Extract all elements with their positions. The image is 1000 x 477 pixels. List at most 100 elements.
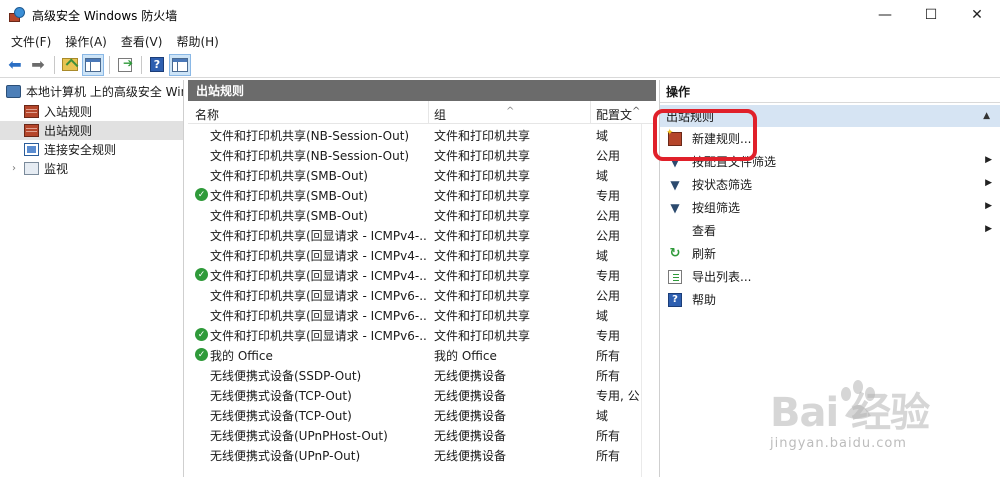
action-item[interactable]: ? 帮助 (660, 288, 1000, 311)
collapse-triangle-icon[interactable]: ▲ (983, 111, 990, 121)
section-label: 出站规则 (666, 109, 715, 124)
rule-group: 文件和打印机共享 (434, 209, 531, 223)
tree-item-inbound-rules[interactable]: 入站规则 (0, 102, 183, 121)
action-item[interactable]: ▼ 按状态筛选 ▶ (660, 173, 1000, 196)
rule-profile: 所有 (596, 369, 621, 383)
column-divider[interactable] (428, 101, 429, 124)
monitor-icon (24, 162, 39, 175)
refresh-icon: ↻ (669, 246, 681, 261)
rule-profile: 域 (596, 169, 609, 183)
submenu-arrow-icon: ▶ (985, 155, 992, 165)
enabled-check-icon: ✓ (195, 328, 208, 341)
rule-group: 文件和打印机共享 (434, 269, 531, 283)
minimize-button[interactable]: — (862, 0, 908, 30)
rule-group: 文件和打印机共享 (434, 229, 531, 243)
rule-profile: 公用 (596, 289, 621, 303)
rule-group: 文件和打印机共享 (434, 169, 531, 183)
action-item[interactable]: 查看 ▶ (660, 219, 1000, 242)
filter-icon: ▼ (670, 177, 680, 192)
help-icon: ? (150, 57, 164, 72)
rule-row[interactable]: 文件和打印机共享(SMB-Out) 文件和打印机共享 域 (188, 164, 656, 184)
rules-list: 文件和打印机共享(NB-Session-Out) 文件和打印机共享域文件和打印机共… (188, 124, 656, 464)
rule-profile: 公用 (596, 229, 621, 243)
tree-root[interactable]: 本地计算机 上的高级安全 Windows (0, 80, 183, 102)
maximize-button[interactable]: ☐ (908, 0, 954, 30)
up-level-button[interactable] (59, 54, 81, 76)
rule-row[interactable]: 无线便携式设备(TCP-Out) 无线便携设备 专用, 公 (188, 384, 656, 404)
rule-name: 无线便携式设备(TCP-Out) (210, 389, 352, 403)
tree-item-connection-security-rules[interactable]: 连接安全规则 (0, 140, 183, 159)
rule-row[interactable]: ✓ 我的 Office 我的 Office 所有 (188, 344, 656, 364)
chevron-right-icon[interactable]: › (12, 163, 24, 174)
rule-row[interactable]: 文件和打印机共享(NB-Session-Out) 文件和打印机共享 公用 (188, 144, 656, 164)
actions-title: 操作 (660, 80, 1000, 103)
rule-profile: 专用 (596, 189, 621, 203)
action-item[interactable]: ▼ 按配置文件筛选 ▶ (660, 150, 1000, 173)
column-header-profile[interactable]: 配置文件 (596, 106, 632, 123)
action-item[interactable]: ▼ 按组筛选 ▶ (660, 196, 1000, 219)
new-rule-icon (666, 128, 682, 146)
action-label: 按配置文件筛选 (692, 155, 777, 169)
actions-list: 新建规则... ▼ 按配置文件筛选 ▶ ▼ 按状态筛选 ▶ ▼ 按组筛选 ▶ 查看 ▶ ↻ 刷新导出列表.… (660, 127, 1000, 311)
rule-profile: 域 (596, 129, 609, 143)
action-item[interactable]: 导出列表... (660, 265, 1000, 288)
action-label: 查看 (692, 224, 717, 238)
rule-group: 无线便携设备 (434, 409, 507, 423)
rule-row[interactable]: 文件和打印机共享(回显请求 - ICMPv6-... 文件和打印机共享 公用 (188, 284, 656, 304)
rule-row[interactable]: ✓ 文件和打印机共享(回显请求 - ICMPv4-... 文件和打印机共享 专用 (188, 264, 656, 284)
menu-help[interactable]: 帮助(H) (169, 33, 225, 50)
rule-name: 文件和打印机共享(回显请求 - ICMPv4-... (210, 269, 426, 283)
rule-row[interactable]: 无线便携式设备(TCP-Out) 无线便携设备 域 (188, 404, 656, 424)
rule-row[interactable]: 文件和打印机共享(NB-Session-Out) 文件和打印机共享 域 (188, 124, 656, 144)
tree-item-monitoring[interactable]: › 监视 (0, 159, 183, 178)
rule-profile: 所有 (596, 349, 621, 363)
rule-group: 文件和打印机共享 (434, 189, 531, 203)
back-button[interactable]: ⬅ (4, 54, 26, 76)
rule-profile: 所有 (596, 449, 621, 463)
rule-row[interactable]: 文件和打印机共享(SMB-Out) 文件和打印机共享 公用 (188, 204, 656, 224)
menu-view[interactable]: 查看(V) (114, 33, 170, 50)
rule-name: 文件和打印机共享(回显请求 - ICMPv6-... (210, 309, 426, 323)
firewall-app-icon (9, 7, 25, 23)
rule-group: 文件和打印机共享 (434, 289, 531, 303)
export-list-button[interactable] (114, 54, 136, 76)
rule-row[interactable]: 文件和打印机共享(回显请求 - ICMPv6-... 文件和打印机共享 域 (188, 304, 656, 324)
column-divider[interactable] (590, 101, 591, 124)
actions-section-outbound-rules[interactable]: 出站规则 ▲ (660, 105, 1000, 127)
menu-file[interactable]: 文件(F) (4, 33, 58, 50)
rule-row[interactable]: 无线便携式设备(UPnPHost-Out) 无线便携设备 所有 (188, 424, 656, 444)
rule-row[interactable]: 无线便携式设备(UPnP-Out) 无线便携设备 所有 (188, 444, 656, 464)
help-button[interactable]: ? (146, 54, 168, 76)
action-item[interactable]: 新建规则... (660, 127, 1000, 150)
column-header-group[interactable]: 组 (434, 106, 446, 123)
export-icon (118, 56, 133, 72)
column-header-name[interactable]: 名称 (195, 106, 219, 123)
scroll-up-icon[interactable]: ^ (632, 106, 640, 117)
action-label: 按状态筛选 (692, 178, 753, 192)
rule-row[interactable]: 无线便携式设备(SSDP-Out) 无线便携设备 所有 (188, 364, 656, 384)
rule-row[interactable]: 文件和打印机共享(回显请求 - ICMPv4-... 文件和打印机共享 域 (188, 244, 656, 264)
tree-item-label: 出站规则 (44, 124, 93, 138)
rule-row[interactable]: ✓ 文件和打印机共享(回显请求 - ICMPv6-... 文件和打印机共享 专用 (188, 324, 656, 344)
forward-button[interactable]: ➡ (27, 54, 49, 76)
rule-row[interactable]: ✓ 文件和打印机共享(SMB-Out) 文件和打印机共享 专用 (188, 184, 656, 204)
vertical-scrollbar[interactable] (641, 124, 656, 477)
show-hide-tree-button[interactable] (82, 53, 104, 76)
action-item[interactable]: ↻ 刷新 (660, 242, 1000, 265)
tree-item-outbound-rules[interactable]: 出站规则 (0, 121, 183, 140)
rule-group: 文件和打印机共享 (434, 129, 531, 143)
action-label: 帮助 (692, 293, 717, 307)
show-hide-action-pane-button[interactable] (169, 53, 191, 76)
enabled-check-icon: ✓ (195, 268, 208, 281)
rule-row[interactable]: 文件和打印机共享(回显请求 - ICMPv4-... 文件和打印机共享 公用 (188, 224, 656, 244)
rule-name: 文件和打印机共享(NB-Session-Out) (210, 149, 410, 163)
rule-profile: 域 (596, 409, 609, 423)
close-button[interactable]: ✕ (954, 0, 1000, 30)
rule-profile: 专用, 公 (596, 389, 640, 403)
rule-group: 无线便携设备 (434, 449, 507, 463)
rule-profile: 专用 (596, 269, 621, 283)
window-title: 高级安全 Windows 防火墙 (32, 8, 178, 23)
menu-action[interactable]: 操作(A) (58, 33, 114, 50)
toolbar-separator (54, 55, 55, 74)
tree-item-label: 入站规则 (44, 105, 93, 119)
